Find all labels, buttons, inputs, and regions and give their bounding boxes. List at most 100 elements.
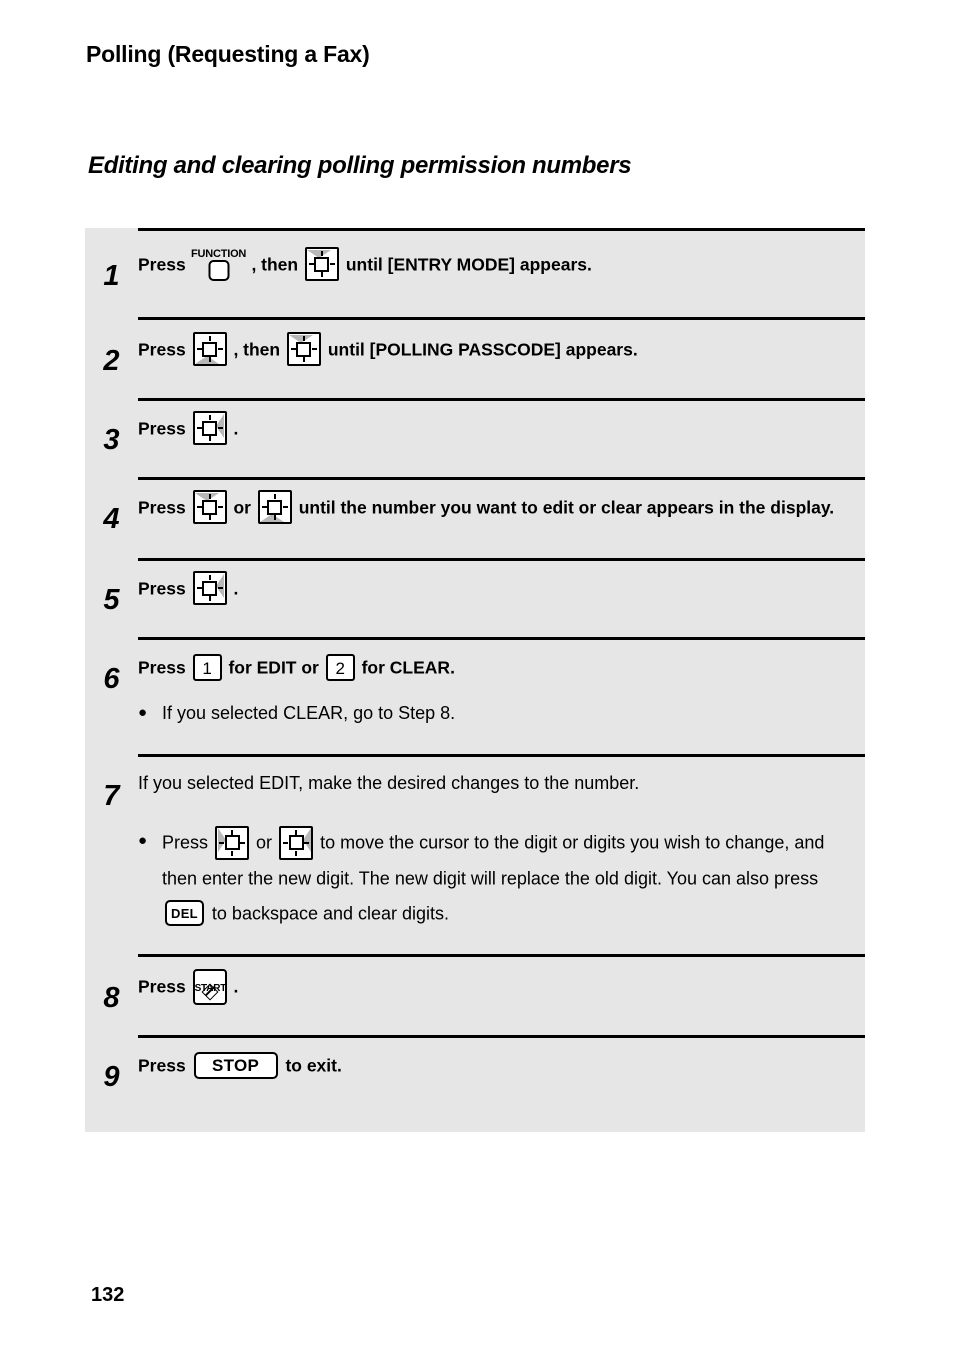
- step-number: 4: [103, 503, 120, 535]
- step-number: 9: [103, 1061, 120, 1094]
- step-7-text-or: or: [256, 832, 273, 853]
- arrow-key-right-wedge: [302, 828, 311, 853]
- step-9-text-press: Press: [138, 1055, 186, 1076]
- step-1-text-tail: until [ENTRY MODE] appears.: [345, 254, 592, 275]
- arrow-key-right-tick: [329, 263, 335, 266]
- bullet-dot-icon: ●: [138, 704, 148, 722]
- step-1: 1 Press FUNCTION , then until [ENTRY MOD…: [85, 228, 865, 317]
- function-key-icon[interactable]: FUNCTION: [191, 247, 246, 282]
- step-4-text-or: or: [233, 497, 251, 518]
- numeric-key-2[interactable]: 2: [325, 653, 355, 681]
- step-number: 3: [103, 424, 120, 456]
- arrow-key-right-icon[interactable]: [192, 411, 227, 446]
- step-number: 5: [103, 584, 120, 616]
- arrow-key-right-wedge: [216, 334, 225, 359]
- step-6-text-edit: for EDIT or: [228, 657, 319, 678]
- arrow-key-down-tick: [295, 850, 298, 856]
- page-title: Polling (Requesting a Fax): [86, 41, 370, 67]
- step-1-text-press: Press: [138, 254, 186, 275]
- arrow-key-right-tick: [217, 506, 223, 509]
- del-key-icon[interactable]: DEL: [165, 900, 204, 927]
- step-3-text-tail: .: [233, 418, 239, 439]
- arrow-key-up-tick: [208, 575, 211, 581]
- step-number: 8: [103, 982, 120, 1015]
- step-6-text-press: Press: [138, 657, 186, 678]
- arrow-key-up-tick: [208, 336, 211, 342]
- step-7-text-tail: to backspace and clear digits.: [211, 903, 450, 924]
- arrow-key-up-tick: [208, 494, 211, 500]
- arrow-key-center: [224, 835, 240, 851]
- arrow-key-up-icon[interactable]: [286, 332, 321, 367]
- arrow-key-up-tick: [273, 494, 276, 500]
- arrow-key-right-tick: [311, 348, 317, 351]
- arrow-key-down-tick: [273, 515, 276, 521]
- step-8: 8 Press START .: [85, 954, 865, 1035]
- arrow-key-left-icon[interactable]: [215, 825, 250, 860]
- page-number: 132: [91, 1284, 125, 1306]
- bullet-dot-icon: ●: [138, 832, 148, 850]
- arrow-key-right-wedge: [216, 413, 225, 438]
- numeric-key-1[interactable]: 1: [192, 653, 222, 681]
- arrow-key-left-tick: [261, 506, 267, 509]
- arrow-key-right-tick: [304, 841, 310, 844]
- arrow-key-up-icon[interactable]: [304, 247, 339, 282]
- step-3-text-press: Press: [138, 418, 186, 439]
- step-7: 7 If you selected EDIT, make the desired…: [85, 754, 865, 954]
- step-9: 9 Press STOP to exit.: [85, 1035, 865, 1132]
- section-title: Editing and clearing polling permission …: [88, 152, 632, 179]
- function-key-body: [208, 260, 230, 282]
- step-5: 5 Press .: [85, 558, 865, 637]
- step-6-text-clear: for CLEAR.: [361, 657, 455, 678]
- arrow-key-up-icon[interactable]: [192, 490, 227, 525]
- arrow-key-right-wedge: [238, 828, 247, 853]
- step-number: 7: [103, 780, 120, 813]
- step-6: 6 Press 1 for EDIT or 2 for CLEAR. ● If …: [85, 637, 865, 754]
- arrow-key-right-icon[interactable]: [192, 571, 227, 606]
- arrow-key-center: [296, 341, 312, 357]
- arrow-key-right-tick: [217, 427, 223, 430]
- arrow-key-up-tick: [295, 829, 298, 835]
- step-9-text-tail: to exit.: [285, 1055, 342, 1076]
- arrow-key-down-tick: [302, 357, 305, 363]
- arrow-key-up-tick: [231, 829, 234, 835]
- arrow-key-right-wedge: [216, 573, 225, 598]
- arrow-key-left-tick: [308, 263, 314, 266]
- step-3: 3 Press .: [85, 398, 865, 477]
- step-8-text-press: Press: [138, 976, 186, 997]
- arrow-key-up-tick: [320, 251, 323, 257]
- step-2-text-press: Press: [138, 339, 186, 360]
- step-5-text-tail: .: [233, 578, 239, 599]
- arrow-key-left-tick: [290, 348, 296, 351]
- arrow-key-center: [202, 499, 218, 515]
- arrow-key-down-tick: [231, 850, 234, 856]
- arrow-key-down-icon[interactable]: [192, 332, 227, 367]
- arrow-key-up-tick: [302, 336, 305, 342]
- arrow-key-right-icon[interactable]: [279, 825, 314, 860]
- step-6-bullet-text: If you selected CLEAR, go to Step 8.: [162, 703, 456, 724]
- arrow-key-down-tick: [320, 272, 323, 278]
- arrow-key-center: [314, 256, 330, 272]
- step-number: 2: [103, 345, 120, 377]
- step-7-text-main: If you selected EDIT, make the desired c…: [138, 773, 640, 794]
- step-8-text-tail: .: [233, 976, 239, 997]
- step-2-text-then: , then: [233, 339, 281, 360]
- arrow-key-left-tick: [196, 587, 202, 590]
- arrow-key-down-tick: [208, 436, 211, 442]
- procedure-panel: 1 Press FUNCTION , then until [ENTRY MOD…: [85, 228, 865, 1133]
- arrow-key-right-tick: [282, 506, 288, 509]
- arrow-key-down-tick: [208, 596, 211, 602]
- stop-key-icon[interactable]: STOP: [193, 1052, 278, 1079]
- arrow-key-up-tick: [208, 415, 211, 421]
- start-key-icon[interactable]: START: [192, 968, 227, 1005]
- arrow-key-left-tick: [219, 841, 225, 844]
- arrow-key-center: [202, 341, 218, 357]
- arrow-key-right-wedge: [328, 249, 337, 274]
- step-4-text-press: Press: [138, 497, 186, 518]
- step-4-text-tail: until the number you want to edit or cle…: [298, 497, 835, 518]
- arrow-key-down-icon[interactable]: [257, 490, 292, 525]
- step-5-text-press: Press: [138, 578, 186, 599]
- arrow-key-left-tick: [196, 427, 202, 430]
- arrow-key-right-wedge: [310, 334, 319, 359]
- arrow-key-right-tick: [240, 841, 246, 844]
- arrow-key-center: [202, 420, 218, 436]
